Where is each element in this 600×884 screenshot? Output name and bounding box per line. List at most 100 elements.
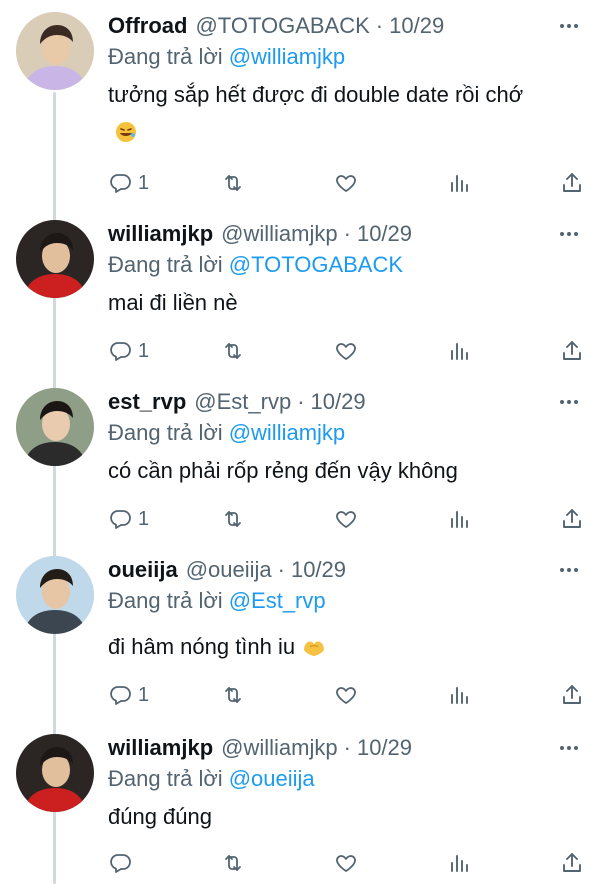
user-handle[interactable]: @TOTOGABACK xyxy=(195,12,369,40)
views-button[interactable] xyxy=(447,848,493,878)
tweet-text: tưởng sắp hết được đi double date rồi ch… xyxy=(108,76,548,156)
retweet-icon xyxy=(221,507,245,531)
reply-button[interactable]: 1 xyxy=(108,680,154,710)
mention-link[interactable]: @williamjkp xyxy=(229,44,345,69)
reply-button[interactable]: 1 xyxy=(108,504,154,534)
profile-photo xyxy=(16,12,94,90)
avatar[interactable] xyxy=(16,734,94,812)
avatar[interactable] xyxy=(16,556,94,634)
reply-icon xyxy=(108,851,132,875)
tweet-text-content: có cần phải rốp rẻng đến vậy không xyxy=(108,458,458,483)
display-name[interactable]: Offroad xyxy=(108,12,187,40)
replying-to: Đang trả lời @williamjkp xyxy=(108,42,584,72)
tweet-actions: 1 xyxy=(108,168,584,198)
heart-hands-emoji xyxy=(301,632,327,670)
like-button[interactable] xyxy=(334,504,380,534)
views-icon xyxy=(447,683,471,707)
reply-button[interactable] xyxy=(108,848,154,878)
views-button[interactable] xyxy=(447,680,493,710)
share-button[interactable] xyxy=(560,848,584,878)
views-button[interactable] xyxy=(447,504,493,534)
display-name[interactable]: williamjkp xyxy=(108,734,213,762)
replying-to: Đang trả lời @oueiija xyxy=(108,764,584,794)
tweet-date[interactable]: 10/29 xyxy=(357,734,412,762)
retweet-button[interactable] xyxy=(221,504,267,534)
replying-to: Đang trả lời @Est_rvp xyxy=(108,586,584,616)
tweet-date[interactable]: 10/29 xyxy=(389,12,444,40)
replying-to: Đang trả lời @williamjkp xyxy=(108,418,584,448)
more-options-icon[interactable] xyxy=(554,556,584,584)
avatar[interactable] xyxy=(16,12,94,90)
mention-link[interactable]: @oueiija xyxy=(229,766,315,791)
avatar[interactable] xyxy=(16,388,94,466)
more-options-icon[interactable] xyxy=(554,12,584,40)
display-name[interactable]: est_rvp xyxy=(108,388,186,416)
separator-dot: · xyxy=(297,389,305,414)
like-icon xyxy=(334,339,358,363)
tweet-text-content: tưởng sắp hết được đi double date rồi ch… xyxy=(108,82,524,107)
reply-button[interactable]: 1 xyxy=(108,336,154,366)
user-handle[interactable]: @oueiija xyxy=(186,556,272,584)
reply-icon xyxy=(108,507,132,531)
user-handle[interactable]: @williamjkp xyxy=(221,734,337,762)
retweet-icon xyxy=(221,683,245,707)
reply-count: 1 xyxy=(138,507,150,530)
views-icon xyxy=(447,851,471,875)
profile-photo xyxy=(16,556,94,634)
tweet-text: đúng đúng xyxy=(108,798,584,836)
reply-icon xyxy=(108,171,132,195)
display-name[interactable]: oueiija xyxy=(108,556,178,584)
profile-photo xyxy=(16,388,94,466)
retweet-button[interactable] xyxy=(221,848,267,878)
separator-dot: · xyxy=(375,13,384,38)
reply-prefix: Đang trả lời xyxy=(108,252,223,277)
retweet-button[interactable] xyxy=(221,336,267,366)
like-button[interactable] xyxy=(334,336,380,366)
reply-count: 1 xyxy=(138,683,150,706)
like-button[interactable] xyxy=(334,848,380,878)
separator-dot: · xyxy=(343,221,351,246)
reply-prefix: Đang trả lời xyxy=(108,766,223,791)
tweet-actions: 1 xyxy=(108,504,584,534)
avatar[interactable] xyxy=(16,220,94,298)
retweet-button[interactable] xyxy=(221,680,267,710)
like-button[interactable] xyxy=(334,680,380,710)
reply-count: 1 xyxy=(138,339,150,362)
retweet-icon xyxy=(221,339,245,363)
like-icon xyxy=(334,683,358,707)
tweet-date[interactable]: 10/29 xyxy=(291,556,346,584)
share-button[interactable] xyxy=(560,168,584,198)
more-options-icon[interactable] xyxy=(554,220,584,248)
share-button[interactable] xyxy=(560,504,584,534)
reply-count: 1 xyxy=(138,171,150,194)
rolling-laughing-emoji xyxy=(114,118,138,156)
user-handle[interactable]: @Est_rvp xyxy=(194,388,291,416)
mention-link[interactable]: @williamjkp xyxy=(229,420,345,445)
share-button[interactable] xyxy=(560,680,584,710)
more-options-icon[interactable] xyxy=(554,734,584,762)
share-button[interactable] xyxy=(560,336,584,366)
user-handle[interactable]: @williamjkp xyxy=(221,220,337,248)
mention-link[interactable]: @Est_rvp xyxy=(229,588,326,613)
share-icon xyxy=(560,171,584,195)
views-icon xyxy=(447,171,471,195)
reply-button[interactable]: 1 xyxy=(108,168,154,198)
tweet-date[interactable]: 10/29 xyxy=(311,388,366,416)
share-icon xyxy=(560,851,584,875)
separator-dot: · xyxy=(343,735,351,760)
more-options-icon[interactable] xyxy=(554,388,584,416)
share-icon xyxy=(560,683,584,707)
display-name[interactable]: williamjkp xyxy=(108,220,213,248)
views-button[interactable] xyxy=(447,168,493,198)
mention-link[interactable]: @TOTOGABACK xyxy=(229,252,403,277)
tweet-actions xyxy=(108,848,584,878)
views-icon xyxy=(447,339,471,363)
tweet-text: mai đi liền nè xyxy=(108,284,584,322)
views-button[interactable] xyxy=(447,336,493,366)
tweet-text-content: đi hâm nóng tình iu xyxy=(108,634,296,659)
like-button[interactable] xyxy=(334,168,380,198)
reply-prefix: Đang trả lời xyxy=(108,420,223,445)
retweet-button[interactable] xyxy=(221,168,267,198)
share-icon xyxy=(560,339,584,363)
tweet-date[interactable]: 10/29 xyxy=(357,220,412,248)
